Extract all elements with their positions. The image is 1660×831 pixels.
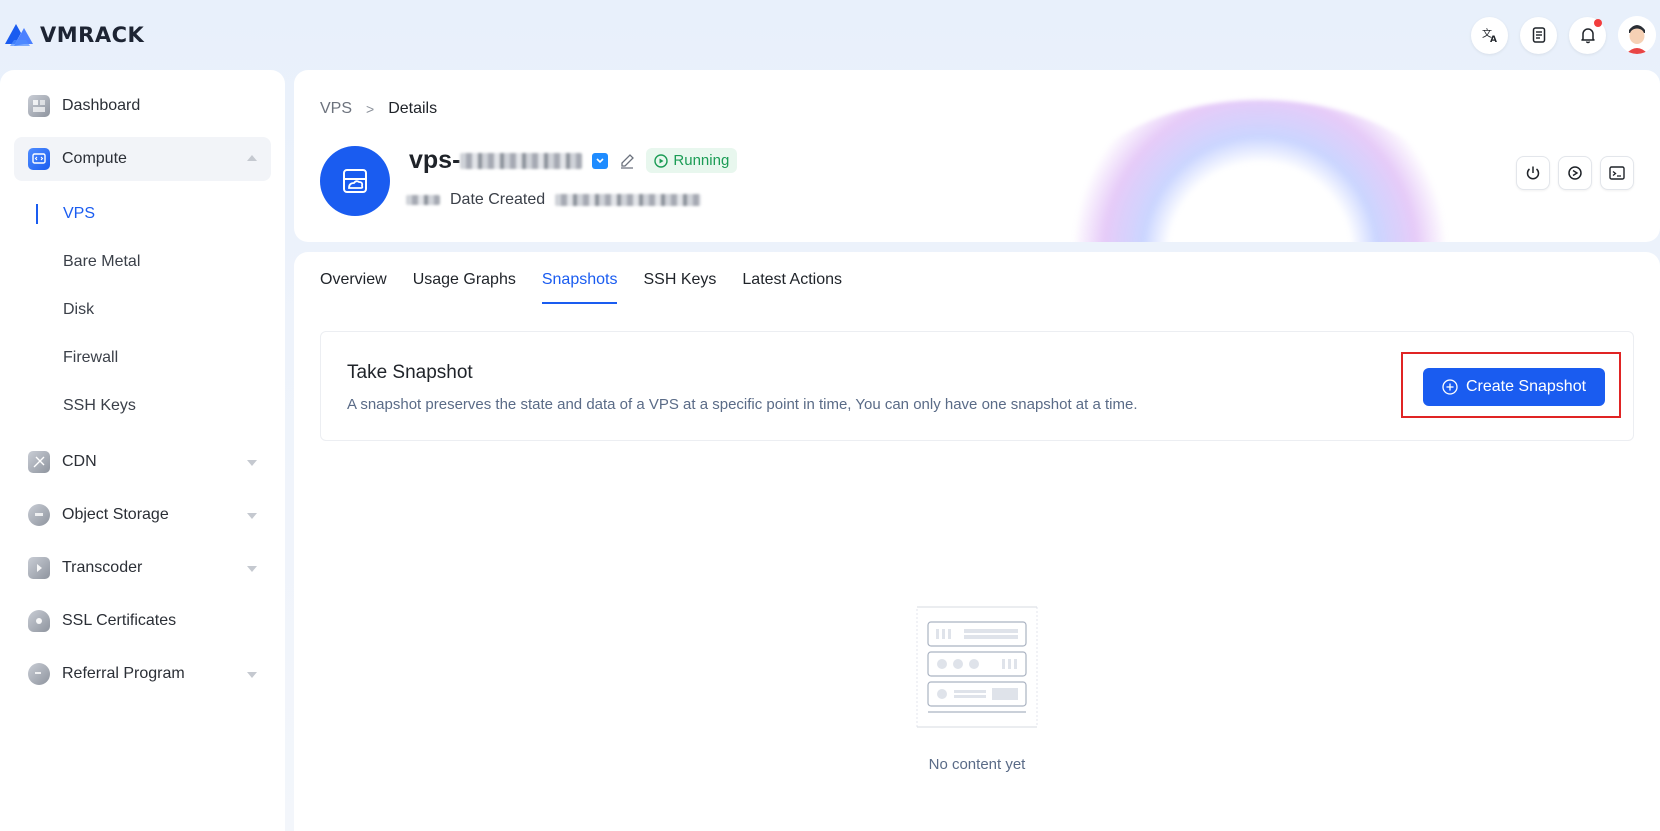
vps-name-row: vps- Running [409, 146, 738, 175]
sidebar: Dashboard Compute VPS Bare Metal Disk Fi… [0, 70, 285, 831]
vps-header-card: VPS > Details vps- Running Date Created [294, 70, 1660, 242]
tag-icon[interactable] [592, 152, 609, 169]
vmrack-logo-icon [5, 24, 33, 46]
empty-server-illustration [916, 606, 1038, 728]
empty-state-text: No content yet [928, 756, 1026, 773]
details-content-card: Overview Usage Graphs Snapshots SSH Keys… [294, 252, 1660, 831]
status-text: Running [673, 152, 730, 169]
terminal-icon [1609, 166, 1625, 180]
top-bar: VMRACK 文 A [0, 0, 1660, 70]
edit-icon[interactable] [618, 152, 636, 170]
play-circle-icon [654, 153, 669, 168]
translate-icon: 文 A [1482, 27, 1497, 44]
top-actions: 文 A [1471, 16, 1660, 54]
sidebar-item-label: Referral Program [62, 665, 185, 682]
tab-snapshots[interactable]: Snapshots [541, 252, 617, 304]
chevron-down-icon [247, 460, 257, 466]
chevron-up-icon [247, 155, 257, 161]
chevron-down-icon [247, 672, 257, 678]
sidebar-item-label: Compute [62, 150, 127, 167]
main-content: VPS > Details vps- Running Date Created … [294, 70, 1660, 831]
sidebar-item-transcoder[interactable]: Transcoder [14, 546, 271, 590]
logo[interactable]: VMRACK [2, 18, 144, 52]
user-avatar-icon [1618, 16, 1656, 54]
restart-button[interactable] [1558, 156, 1592, 190]
sidebar-item-vps[interactable]: VPS [36, 190, 271, 238]
sidebar-item-ssh-keys[interactable]: SSH Keys [36, 382, 271, 430]
redacted-region [406, 195, 440, 205]
bell-icon [1580, 28, 1595, 44]
redacted-date [555, 194, 702, 206]
restart-icon [1568, 166, 1582, 180]
document-icon [1532, 27, 1545, 43]
sidebar-item-label: CDN [62, 453, 97, 470]
tab-latest-actions[interactable]: Latest Actions [742, 252, 842, 302]
sidebar-item-label: Transcoder [62, 559, 143, 576]
sidebar-item-firewall[interactable]: Firewall [36, 334, 271, 382]
avatar[interactable] [1618, 16, 1656, 54]
sidebar-item-label: SSL Certificates [62, 612, 177, 629]
sidebar-item-dashboard[interactable]: Dashboard [14, 84, 271, 128]
date-created-label: Date Created [450, 191, 546, 208]
sidebar-item-ssl-certificates[interactable]: SSL Certificates [14, 599, 271, 643]
chevron-down-icon [247, 566, 257, 572]
chevron-right-icon: > [366, 101, 375, 117]
empty-state: No content yet [294, 604, 1660, 773]
sidebar-item-label: Object Storage [62, 506, 169, 523]
ssl-icon [28, 610, 50, 632]
vps-icon [320, 146, 390, 216]
notifications-button[interactable] [1569, 16, 1606, 54]
sidebar-item-compute[interactable]: Compute [14, 137, 271, 181]
snapshot-description: A snapshot preserves the state and data … [347, 396, 1138, 413]
decorative-background-art [1050, 100, 1470, 242]
object-storage-icon [28, 504, 50, 526]
vps-name: vps- [409, 146, 461, 174]
take-snapshot-panel: Take Snapshot A snapshot preserves the s… [320, 331, 1634, 441]
create-snapshot-button[interactable]: Create Snapshot [1423, 368, 1605, 406]
create-snapshot-label: Create Snapshot [1465, 378, 1587, 395]
compute-icon [28, 148, 50, 170]
svg-text:A: A [1490, 35, 1497, 44]
date-created-row: Date Created [406, 191, 702, 209]
sidebar-item-cdn[interactable]: CDN [14, 440, 271, 484]
breadcrumb-current: Details [388, 100, 438, 117]
tab-bar: Overview Usage Graphs Snapshots SSH Keys… [320, 252, 842, 304]
sidebar-item-bare-metal[interactable]: Bare Metal [36, 238, 271, 286]
sidebar-item-disk[interactable]: Disk [36, 286, 271, 334]
referral-icon [28, 663, 50, 685]
tab-usage-graphs[interactable]: Usage Graphs [413, 252, 516, 302]
dashboard-icon [28, 95, 50, 117]
sidebar-item-label: Dashboard [62, 97, 141, 114]
chevron-down-icon [247, 513, 257, 519]
compute-submenu: VPS Bare Metal Disk Firewall SSH Keys [36, 190, 271, 430]
sidebar-item-object-storage[interactable]: Object Storage [14, 493, 271, 537]
sidebar-item-referral-program[interactable]: Referral Program [14, 652, 271, 696]
status-badge: Running [646, 148, 738, 173]
plus-circle-icon [1442, 379, 1458, 395]
tab-ssh-keys[interactable]: SSH Keys [643, 252, 716, 302]
power-icon [1526, 166, 1540, 180]
cdn-icon [28, 451, 50, 473]
docs-button[interactable] [1520, 16, 1557, 54]
brand-name: VMRACK [40, 23, 145, 47]
vps-actions [1516, 156, 1634, 190]
redacted-vps-name [460, 152, 583, 169]
console-button[interactable] [1600, 156, 1634, 190]
language-button[interactable]: 文 A [1471, 16, 1508, 54]
breadcrumb-vps-link[interactable]: VPS [320, 100, 352, 118]
transcoder-icon [28, 557, 50, 579]
tab-overview[interactable]: Overview [320, 252, 387, 302]
notification-dot [1594, 18, 1602, 27]
snapshot-title: Take Snapshot [347, 362, 473, 383]
breadcrumb: VPS > Details [320, 100, 437, 118]
power-button[interactable] [1516, 156, 1550, 190]
